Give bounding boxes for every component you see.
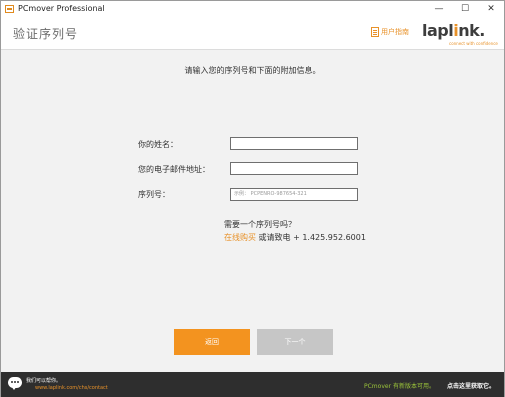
maximize-button[interactable]: ☐ — [452, 1, 478, 16]
footer-bar: 我们可以帮你。 www.laplink.com/chs/contact PCmo… — [1, 372, 504, 397]
phone-text: 或请致电 + 1.425.952.6001 — [256, 233, 366, 242]
serial-label: 序列号： — [138, 190, 170, 199]
email-field[interactable] — [230, 162, 358, 175]
update-available-text: PCmover 有新版本可用。 — [364, 383, 435, 390]
page-title: 验证序列号 — [13, 27, 79, 41]
name-field[interactable] — [230, 137, 358, 150]
window-title: PCmover Professional — [18, 4, 105, 13]
email-label: 您的电子邮件地址： — [138, 165, 210, 174]
update-link[interactable]: 点击这里获取它。 — [447, 381, 495, 390]
document-icon — [371, 27, 379, 37]
instruction-text: 请输入您的序列号和下面的附加信息。 — [184, 66, 321, 75]
page-header: 验证序列号 用户指南 laplink. connect with confide… — [1, 16, 504, 50]
minimize-button[interactable]: — — [426, 1, 452, 16]
user-guide-link[interactable]: 用户指南 — [371, 27, 409, 37]
user-guide-label: 用户指南 — [381, 28, 409, 36]
chat-icon — [8, 377, 22, 390]
window-controls: — ☐ ✕ — [426, 1, 504, 16]
app-icon — [5, 4, 14, 13]
need-serial-text: 需要一个序列号吗？ — [224, 220, 296, 229]
laplink-logo: laplink. — [422, 21, 485, 40]
close-button[interactable]: ✕ — [478, 1, 504, 16]
help-text: 我们可以帮你。 — [26, 378, 62, 384]
purchase-line: 在线购买 或请致电 + 1.425.952.6001 — [224, 232, 366, 243]
name-label: 你的姓名： — [138, 140, 178, 149]
next-button[interactable]: 下一个 — [257, 329, 333, 355]
buy-online-link[interactable]: 在线购买 — [224, 233, 256, 242]
title-bar: PCmover Professional — ☐ ✕ — [1, 1, 504, 16]
logo-tagline: connect with confidence — [449, 41, 498, 46]
app-window: PCmover Professional — ☐ ✕ 验证序列号 用户指南 la… — [0, 0, 505, 397]
contact-link[interactable]: www.laplink.com/chs/contact — [35, 385, 108, 391]
serial-field[interactable]: 示例： PCPENRO-987654-321 — [230, 188, 358, 201]
back-button[interactable]: 返回 — [174, 329, 250, 355]
